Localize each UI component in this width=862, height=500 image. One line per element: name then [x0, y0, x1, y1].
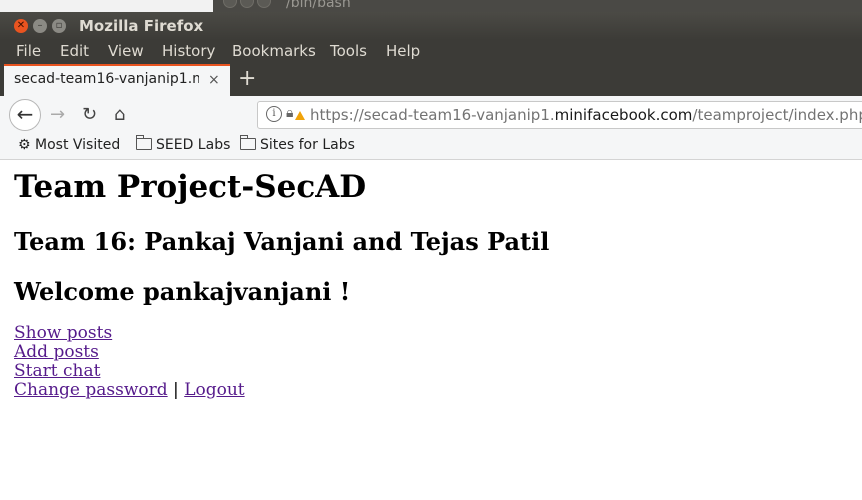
tab-active[interactable]: secad-team16-vanjanip1.minifacebook.com …	[4, 64, 230, 96]
menu-help[interactable]: Help	[386, 42, 420, 60]
show-posts-link[interactable]: Show posts	[14, 323, 112, 343]
info-icon[interactable]: i	[266, 106, 282, 122]
action-links: Show posts Add posts Start chat Change p…	[14, 324, 245, 400]
folder-icon	[136, 135, 152, 150]
bookmark-seed-labs[interactable]: SEED Labs	[136, 135, 231, 153]
new-tab-button[interactable]: +	[238, 66, 256, 91]
window-minimize-button[interactable]: –	[33, 19, 47, 33]
page-content: Team Project-SecAD Team 16: Pankaj Vanja…	[14, 160, 854, 400]
tab-label: secad-team16-vanjanip1.minifacebook.com	[14, 71, 199, 87]
terminal-titlebar: /bin/bash	[213, 0, 862, 12]
menu-view[interactable]: View	[108, 42, 144, 60]
terminal-title: /bin/bash	[286, 0, 351, 11]
url-text[interactable]: https://secad-team16-vanjanip1.minifaceb…	[310, 106, 862, 124]
team-heading: Team 16: Pankaj Vanjani and Tejas Patil	[14, 227, 550, 256]
gear-icon: ⚙	[18, 137, 31, 153]
link-separator: |	[167, 380, 185, 400]
window-maximize-button[interactable]: ▫	[52, 19, 66, 33]
page-title: Team Project-SecAD	[14, 169, 367, 205]
navigation-toolbar: ← → ↻ ⌂ i 🔒︎ https://secad-team16-vanjan…	[0, 96, 862, 134]
menu-bar: File Edit View History Bookmarks Tools H…	[0, 40, 862, 64]
tab-close-icon[interactable]: ×	[208, 72, 220, 88]
bookmark-label: SEED Labs	[156, 137, 231, 153]
welcome-heading: Welcome pankajvanjani !	[14, 277, 351, 306]
url-bar[interactable]: i 🔒︎ https://secad-team16-vanjanip1.mini…	[257, 101, 862, 129]
menu-tools[interactable]: Tools	[330, 42, 367, 60]
menu-bookmarks[interactable]: Bookmarks	[232, 42, 316, 60]
start-chat-link[interactable]: Start chat	[14, 361, 100, 381]
menu-file[interactable]: File	[16, 42, 41, 60]
url-prefix: https://secad-team16-vanjanip1.	[310, 106, 555, 124]
bookmarks-toolbar: ⚙ Most Visited SEED Labs Sites for Labs	[0, 134, 862, 160]
bookmark-most-visited[interactable]: ⚙ Most Visited	[18, 137, 120, 153]
back-button[interactable]: ←	[9, 99, 41, 131]
window-title: Mozilla Firefox	[79, 17, 204, 35]
add-posts-link[interactable]: Add posts	[14, 342, 99, 362]
url-path: /teamproject/index.php	[692, 106, 862, 124]
warning-icon	[295, 111, 305, 120]
bookmark-sites-for-labs[interactable]: Sites for Labs	[240, 135, 355, 153]
menu-edit[interactable]: Edit	[60, 42, 89, 60]
reload-button[interactable]: ↻	[82, 104, 97, 125]
background-terminal-window: /bin/bash	[0, 0, 862, 12]
bookmark-label: Most Visited	[35, 137, 121, 153]
terminal-close-button[interactable]	[223, 0, 237, 8]
home-button[interactable]: ⌂	[114, 104, 125, 125]
bookmark-label: Sites for Labs	[260, 137, 355, 153]
window-titlebar: ✕ – ▫ Mozilla Firefox	[0, 12, 862, 40]
tab-strip: secad-team16-vanjanip1.minifacebook.com …	[0, 64, 862, 96]
change-password-link[interactable]: Change password	[14, 380, 168, 400]
lock-icon: 🔒︎	[286, 105, 294, 121]
logout-link[interactable]: Logout	[184, 380, 244, 400]
window-close-button[interactable]: ✕	[14, 19, 28, 33]
url-domain: minifacebook.com	[554, 106, 693, 124]
folder-icon	[240, 135, 256, 150]
forward-button[interactable]: →	[50, 104, 65, 125]
terminal-maximize-button[interactable]	[257, 0, 271, 8]
menu-history[interactable]: History	[162, 42, 215, 60]
terminal-minimize-button[interactable]	[240, 0, 254, 8]
